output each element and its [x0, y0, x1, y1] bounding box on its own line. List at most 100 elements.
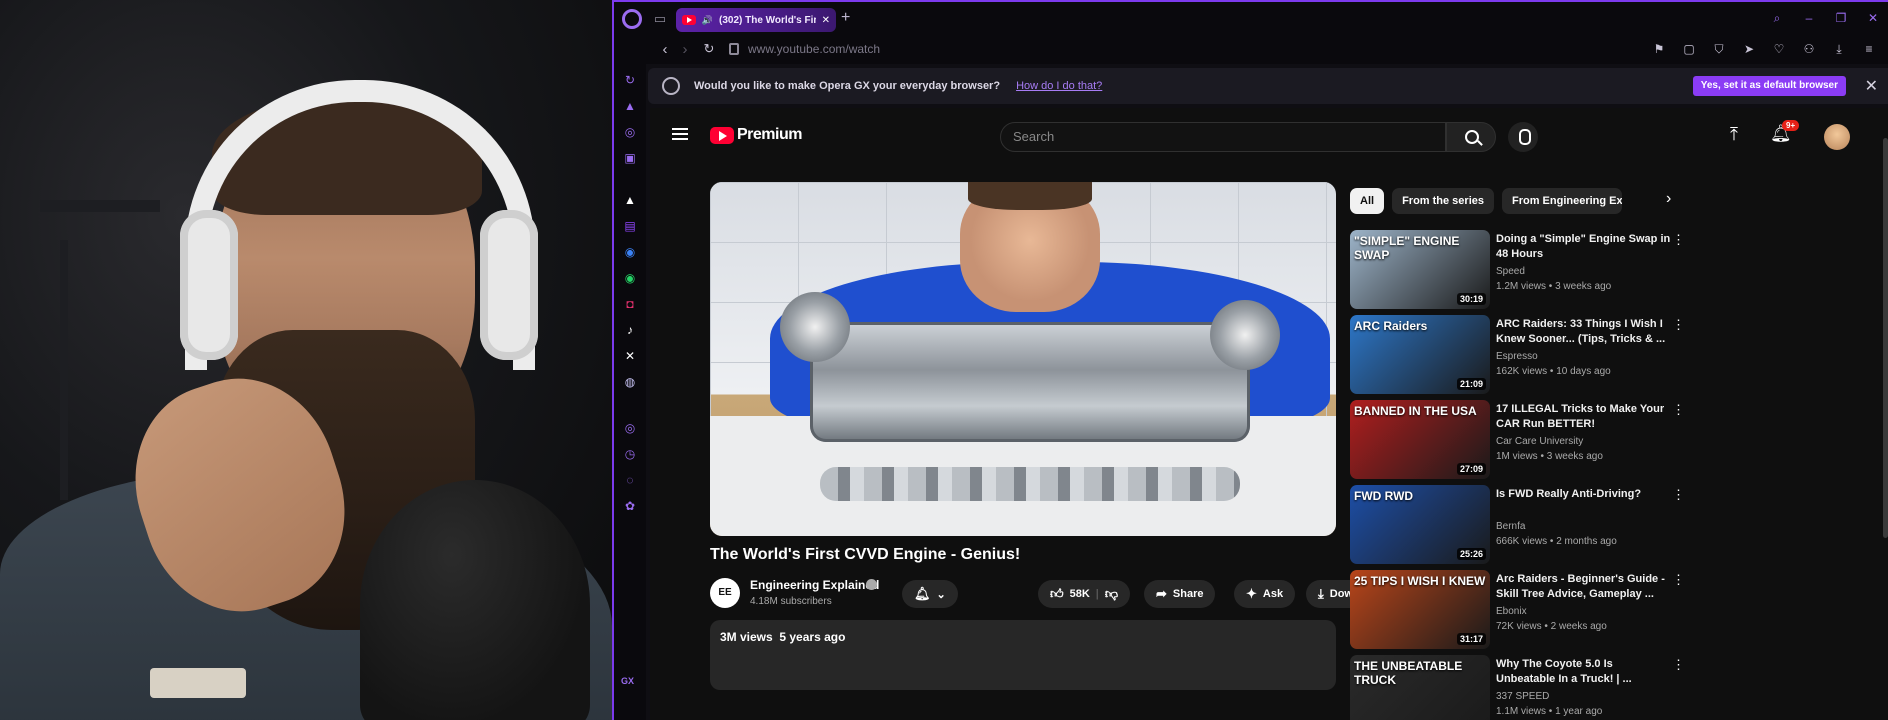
- sidebar-gx-control-icon[interactable]: ▲: [622, 98, 638, 114]
- youtube-premium-logo[interactable]: Premium: [710, 126, 802, 144]
- sidebar-chat-icon[interactable]: ◌: [622, 472, 638, 488]
- page-scrollbar[interactable]: [1880, 108, 1888, 720]
- share-button[interactable]: ➦ Share: [1144, 580, 1216, 608]
- sidebar-history-icon[interactable]: ↻: [622, 72, 638, 88]
- infobar-close-icon[interactable]: ✕: [1865, 76, 1878, 96]
- subscribed-bell-button[interactable]: 🔔︎ ⌄: [902, 580, 958, 608]
- sidebar-gx-corner-icon[interactable]: ◎: [622, 124, 638, 140]
- download-icon[interactable]: ⤓: [1832, 42, 1846, 57]
- lock-icon[interactable]: [729, 43, 739, 55]
- sidebar-x-icon[interactable]: ✕: [622, 348, 638, 364]
- recommendation-stats: 666K views • 2 months ago: [1496, 536, 1617, 547]
- search-input[interactable]: Search: [1000, 122, 1446, 152]
- chip-from-channel[interactable]: From Engineering Explai: [1501, 188, 1622, 214]
- url-field[interactable]: www.youtube.com/watch: [748, 42, 880, 56]
- opera-logo-icon[interactable]: [622, 9, 642, 29]
- sidebar-messenger-icon[interactable]: ◉: [622, 244, 638, 260]
- back-icon[interactable]: ‹: [656, 41, 674, 58]
- recommendation-stats: 1.1M views • 1 year ago: [1496, 706, 1603, 717]
- recommendation-title[interactable]: Why The Coyote 5.0 Is Unbeatable In a Tr…: [1496, 657, 1672, 687]
- sidebar-music-icon[interactable]: ◎: [622, 420, 638, 436]
- recommendation-thumbnail[interactable]: BANNED IN THE USA 27:09: [1350, 400, 1490, 479]
- recommendation-thumbnail[interactable]: "SIMPLE" ENGINE SWAP 30:19: [1350, 230, 1490, 309]
- reload-icon[interactable]: ↻: [700, 41, 718, 57]
- infobar-help-link[interactable]: How do I do that?: [1016, 80, 1102, 92]
- ask-button[interactable]: ✦ Ask: [1234, 580, 1296, 608]
- sidebar-instagram-icon[interactable]: ◘: [622, 296, 638, 312]
- recommendation-thumbnail[interactable]: FWD RWD 25:26: [1350, 485, 1490, 564]
- close-window-icon[interactable]: ✕: [1866, 11, 1880, 25]
- like-count[interactable]: 58K: [1070, 588, 1090, 600]
- more-vert-icon[interactable]: ⋮: [1672, 402, 1685, 418]
- tab-menu-icon[interactable]: ▭: [652, 11, 668, 27]
- account-avatar[interactable]: [1824, 124, 1850, 150]
- chip-from-series[interactable]: From the series: [1392, 188, 1494, 214]
- recommendation-channel[interactable]: Speed: [1496, 266, 1525, 277]
- recommendation-thumbnail[interactable]: ARC Raiders 21:09: [1350, 315, 1490, 394]
- recommendation-thumbnail[interactable]: 25 TIPS I WISH I KNEW 31:17: [1350, 570, 1490, 649]
- channel-name[interactable]: Engineering Explained: [750, 578, 879, 592]
- snapshot-icon[interactable]: ▢: [1682, 42, 1696, 57]
- recommendation-channel[interactable]: 337 SPEED: [1496, 691, 1549, 702]
- tab-bar: ▭ 🔊 (302) The World's Fir ✕ + ⌕ – ❐ ✕: [614, 2, 1888, 36]
- bookmark-icon[interactable]: ⚑: [1652, 42, 1666, 57]
- video-player[interactable]: [710, 182, 1336, 536]
- heart-icon[interactable]: ♡: [1772, 42, 1786, 57]
- recommendation-channel[interactable]: Car Care University: [1496, 436, 1583, 447]
- thumbnail-text: 25 TIPS I WISH I KNEW: [1354, 574, 1486, 588]
- tab-close-icon[interactable]: ✕: [822, 15, 830, 26]
- recommendation-thumbnail[interactable]: THE UNBEATABLE TRUCK: [1350, 655, 1490, 720]
- recommendation-title[interactable]: 17 ILLEGAL Tricks to Make Your CAR Run B…: [1496, 402, 1672, 432]
- sidebar-tiktok-icon[interactable]: ♪: [622, 322, 638, 338]
- sidebar-settings-icon[interactable]: ✿: [622, 498, 638, 514]
- recommendation-title[interactable]: Doing a "Simple" Engine Swap in 48 Hours: [1496, 232, 1672, 262]
- search-tabs-icon[interactable]: ⌕: [1770, 11, 1784, 25]
- shield-icon[interactable]: ⛉: [1712, 42, 1726, 57]
- sidebar-discord-icon[interactable]: ◍: [622, 374, 638, 390]
- minimize-icon[interactable]: –: [1802, 11, 1816, 25]
- new-tab-icon[interactable]: +: [841, 9, 850, 27]
- channel-avatar[interactable]: EE: [710, 578, 740, 608]
- recommendation-item[interactable]: BANNED IN THE USA 27:09 17 ILLEGAL Tricks …: [1350, 400, 1685, 480]
- menu-icon[interactable]: ≡: [1862, 42, 1876, 57]
- more-vert-icon[interactable]: ⋮: [1672, 232, 1685, 248]
- scrollbar-thumb[interactable]: [1883, 138, 1888, 538]
- sidebar-clock-icon[interactable]: ◷: [622, 446, 638, 462]
- recommendation-title[interactable]: Arc Raiders - Beginner's Guide - Skill T…: [1496, 572, 1672, 602]
- sidebar-news-icon[interactable]: ▣: [622, 150, 638, 166]
- send-icon[interactable]: ➤: [1742, 42, 1756, 57]
- sidebar-twitch-icon[interactable]: ▤: [622, 218, 638, 234]
- share-icon: ➦: [1156, 586, 1167, 601]
- more-vert-icon[interactable]: ⋮: [1672, 317, 1685, 333]
- recommendation-item[interactable]: ARC Raiders 21:09 ARC Raiders: 33 Things I…: [1350, 315, 1685, 395]
- recommendation-channel[interactable]: Ebonix: [1496, 606, 1527, 617]
- recommendation-title[interactable]: Is FWD Really Anti-Driving?: [1496, 487, 1672, 502]
- set-default-button[interactable]: Yes, set it as default browser: [1692, 76, 1846, 96]
- sidebar-whatsapp-icon[interactable]: ◉: [622, 270, 638, 286]
- recommendation-item[interactable]: THE UNBEATABLE TRUCK Why The Coyote 5.0 I…: [1350, 655, 1685, 720]
- chevron-right-icon[interactable]: ›: [1666, 190, 1671, 208]
- recommendation-channel[interactable]: Bernfa: [1496, 521, 1525, 532]
- more-vert-icon[interactable]: ⋮: [1672, 487, 1685, 503]
- chip-all[interactable]: All: [1350, 188, 1385, 214]
- hamburger-menu-icon[interactable]: [672, 128, 688, 140]
- forward-icon[interactable]: ›: [676, 41, 694, 58]
- speaker-icon[interactable]: 🔊: [702, 15, 713, 26]
- recommendation-title[interactable]: ARC Raiders: 33 Things I Wish I Knew Soo…: [1496, 317, 1672, 347]
- more-vert-icon[interactable]: ⋮: [1672, 657, 1685, 673]
- like-icon[interactable]: 👍︎: [1050, 586, 1064, 602]
- tab-youtube[interactable]: 🔊 (302) The World's Fir ✕: [676, 8, 836, 32]
- recommendation-item[interactable]: 25 TIPS I WISH I KNEW 31:17 Arc Raiders - …: [1350, 570, 1685, 650]
- voice-search-icon[interactable]: [1508, 122, 1538, 152]
- recommendation-item[interactable]: "SIMPLE" ENGINE SWAP 30:19 Doing a "Simple…: [1350, 230, 1685, 310]
- create-icon[interactable]: ⤒: [1730, 124, 1738, 145]
- account-icon[interactable]: ⚇: [1802, 42, 1816, 57]
- description-box[interactable]: 3M views 5 years ago: [710, 620, 1336, 690]
- recommendation-item[interactable]: FWD RWD 25:26 Is FWD Really Anti-Driving? B…: [1350, 485, 1685, 565]
- sidebar-ai-icon[interactable]: ▲: [622, 192, 638, 208]
- dislike-icon[interactable]: 👎︎: [1105, 586, 1118, 602]
- recommendation-channel[interactable]: Espresso: [1496, 351, 1538, 362]
- more-vert-icon[interactable]: ⋮: [1672, 572, 1685, 588]
- search-button[interactable]: [1446, 122, 1496, 152]
- maximize-icon[interactable]: ❐: [1834, 11, 1848, 25]
